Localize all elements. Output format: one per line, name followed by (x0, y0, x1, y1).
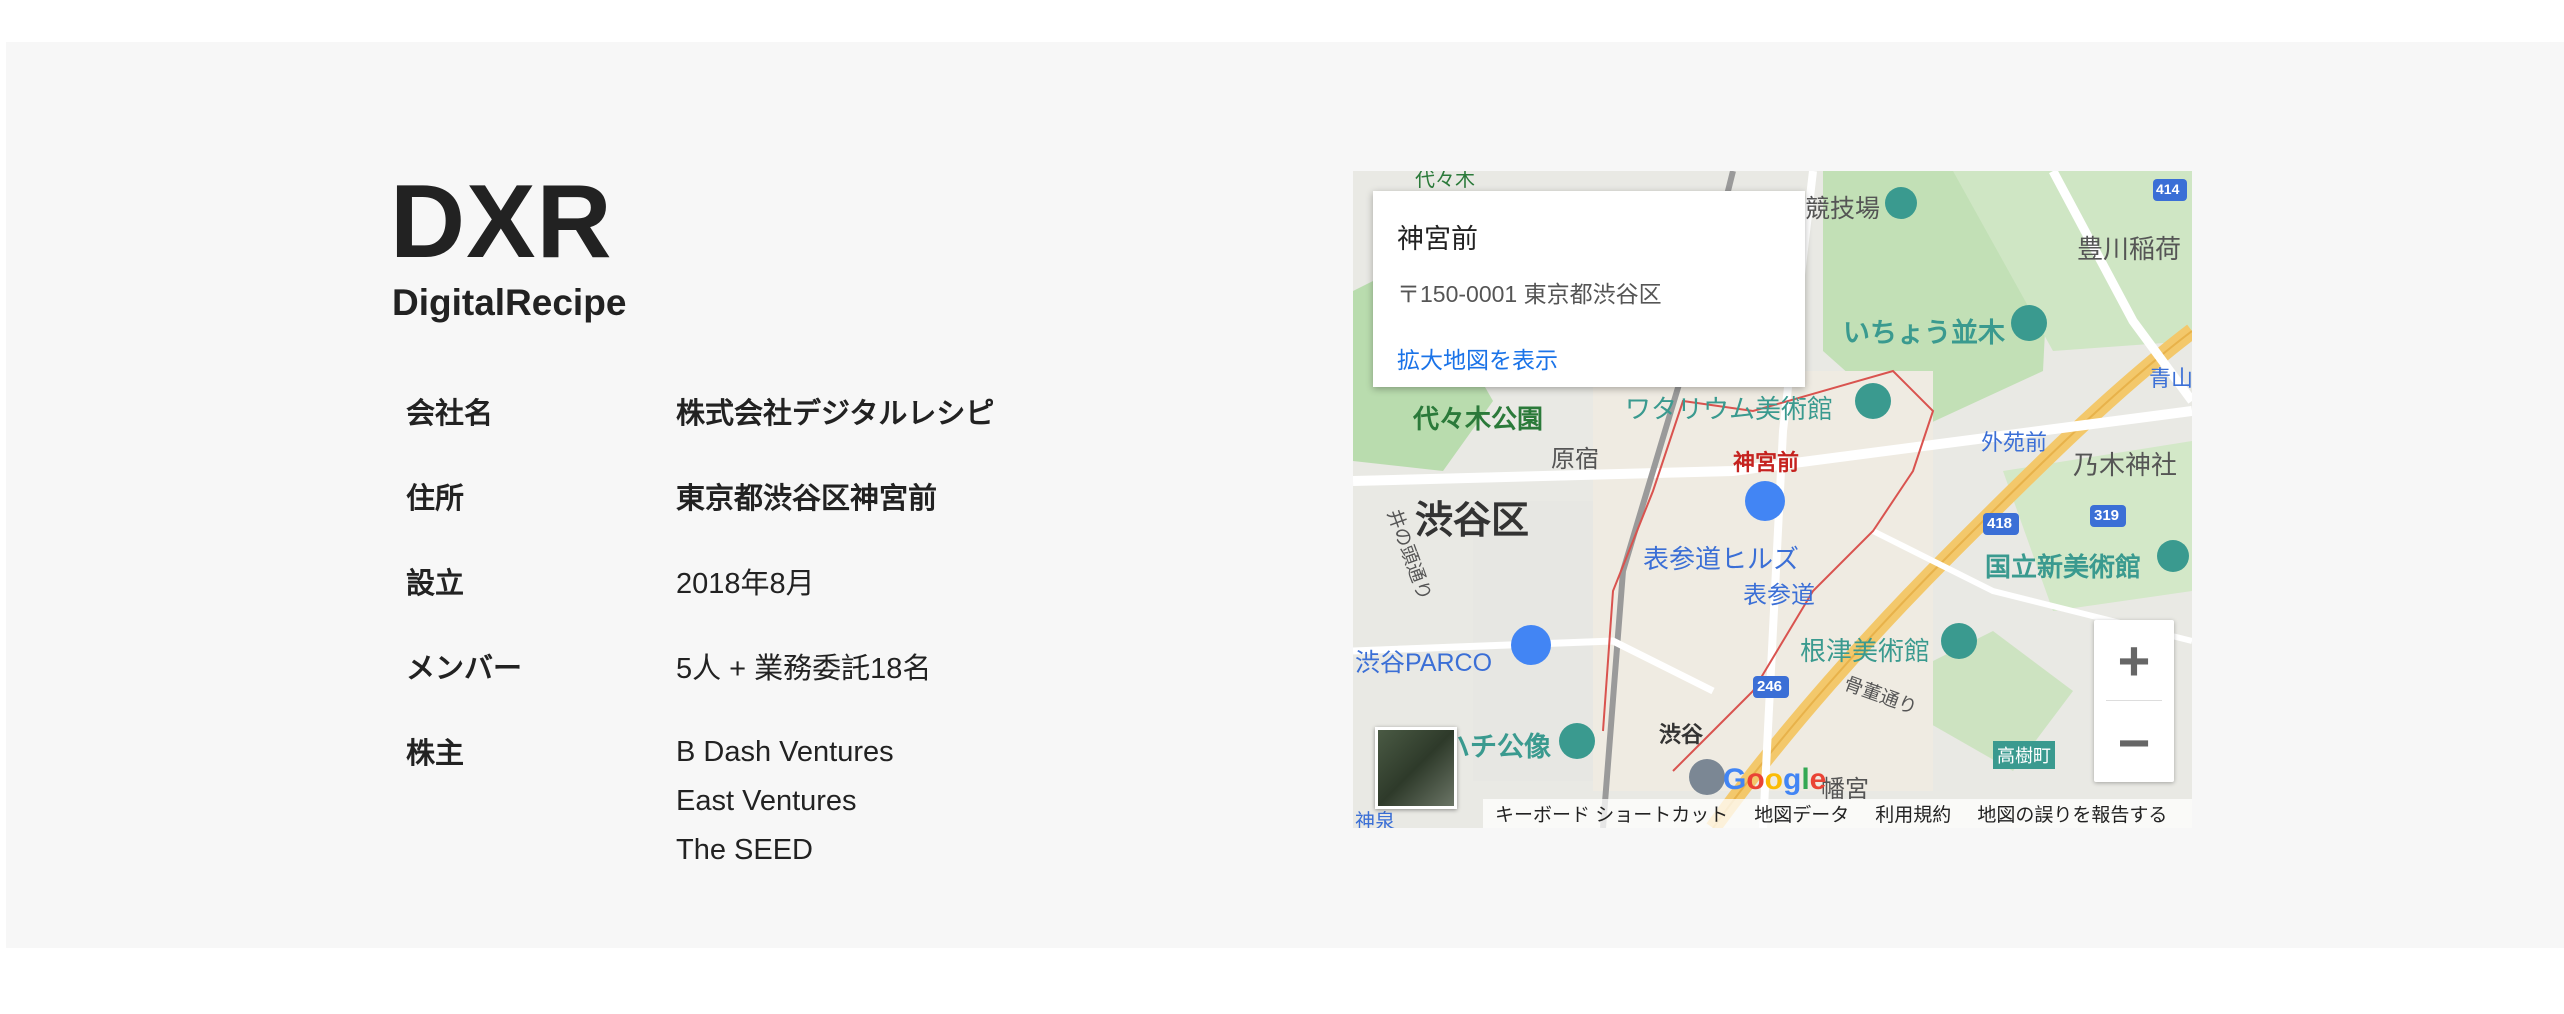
map-label-aoyama: 青山 (2149, 366, 2192, 391)
zoom-in-button[interactable]: + (2094, 620, 2174, 700)
info-key: メンバー (406, 653, 523, 685)
route-shield-418: 418 (1987, 515, 2013, 532)
route-shield-414: 414 (2156, 181, 2180, 197)
info-key: 会社名 (406, 398, 494, 430)
info-row: 会社名 株式会社デジタルレシピ (392, 375, 994, 460)
info-window-address: 〒150-0001 東京都渋谷区 (1397, 281, 1662, 307)
info-row: メンバー 5人 + 業務委託18名 (392, 630, 994, 715)
map-label-kyogijo: 競技場 (1805, 195, 1881, 223)
company-logo: DXR (390, 164, 613, 280)
info-window-title: 神宮前 (1397, 224, 1478, 254)
map-zoom-control: + − (2094, 620, 2174, 782)
info-value: 東京都渋谷区神宮前 (676, 483, 938, 515)
view-larger-map-link[interactable]: 拡大地図を表示 (1397, 341, 1558, 375)
keyboard-shortcuts-link[interactable]: キーボード ショートカット (1495, 800, 1728, 827)
info-row: 住所 東京都渋谷区神宮前 (392, 460, 994, 545)
map-label-nezu: 根津美術館 (1800, 636, 1931, 666)
satellite-toggle-thumbnail[interactable] (1375, 727, 1457, 809)
company-subtitle: DigitalRecipe (392, 282, 627, 323)
map-label-takagicho: 高樹町 (1993, 741, 2055, 769)
map-label-omotesando-hills: 表参道ヒルズ (1643, 544, 1800, 574)
zoom-divider (2106, 700, 2162, 701)
google-map[interactable]: 代々木公園 渋谷区 神宮前 原宿 ワタリウム美術館 いちょう並木 外苑前 乃木神… (1353, 171, 2192, 828)
map-label-harajuku: 原宿 (1551, 446, 1599, 473)
info-key: 設立 (406, 568, 465, 600)
map-label-jingumae: 神宮前 (1733, 450, 1800, 475)
map-label-yoyogi-top: 代々木 (1415, 171, 1475, 191)
company-info-table: 会社名 株式会社デジタルレシピ 住所 東京都渋谷区神宮前 設立 2018年8月 … (392, 375, 994, 875)
map-label-shibuya-ku: 渋谷区 (1415, 500, 1530, 542)
report-error-link[interactable]: 地図の誤りを報告する (1977, 800, 2167, 827)
info-value: 2018年8月 (676, 568, 815, 600)
map-footer: キーボード ショートカット 地図データ 利用規約 地図の誤りを報告する (1483, 799, 2192, 828)
map-label-shibuya: 渋谷 (1659, 722, 1704, 747)
map-label-hachiko: ハチ公像 (1443, 732, 1551, 762)
zoom-out-button[interactable]: − (2094, 702, 2174, 782)
map-label-gaienmae: 外苑前 (1981, 430, 2048, 455)
map-info-window: 神宮前 〒150-0001 東京都渋谷区 拡大地図を表示 (1373, 191, 1805, 387)
route-shield-319: 319 (2094, 507, 2120, 524)
map-label-omotesando: 表参道 (1743, 582, 1815, 609)
map-label-icho: いちょう並木 (1843, 318, 2005, 348)
info-value: 株式会社デジタルレシピ (676, 398, 995, 430)
shareholder-item: B Dash Ventures (676, 736, 894, 768)
map-label-toyokawa: 豊川稲荷 (2077, 234, 2182, 264)
google-logo: Google (1723, 763, 1827, 796)
info-value: 5人 + 業務委託18名 (676, 653, 932, 685)
info-key: 株主 (406, 738, 465, 770)
map-data-link[interactable]: 地図データ (1754, 800, 1849, 827)
map-label-kokuritsu: 国立新美術館 (1985, 552, 2142, 582)
map-label-nogi: 乃木神社 (2073, 450, 2178, 480)
map-label-parco: 渋谷PARCO (1355, 649, 1493, 677)
info-key: 住所 (406, 483, 465, 515)
info-row: 株主 B Dash Ventures East Ventures The SEE… (392, 715, 994, 875)
info-row: 設立 2018年8月 (392, 545, 994, 630)
route-shield-246: 246 (1757, 678, 1783, 695)
shareholder-list: B Dash Ventures East Ventures The SEED (676, 728, 994, 875)
map-label-yoyogi-park: 代々木公園 (1413, 404, 1544, 434)
shareholder-item: East Ventures (676, 785, 857, 817)
map-label-watarium: ワタリウム美術館 (1625, 394, 1834, 424)
terms-link[interactable]: 利用規約 (1875, 800, 1951, 827)
shareholder-item: The SEED (676, 834, 813, 866)
shareholders-cell: B Dash Ventures East Ventures The SEED (676, 715, 994, 875)
